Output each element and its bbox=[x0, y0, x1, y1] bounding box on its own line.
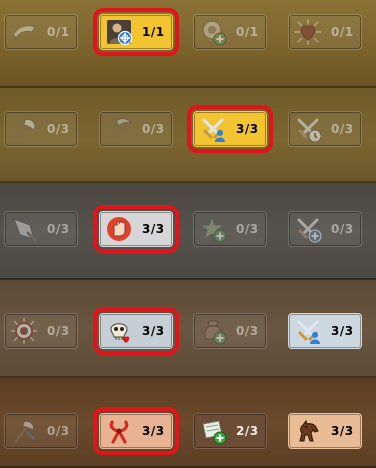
skill-slot-sack-plus[interactable]: 0/3 bbox=[193, 313, 267, 349]
skill-slot-heart-burst[interactable]: 0/1 bbox=[288, 14, 362, 50]
skill-slot-horn[interactable]: 0/1 bbox=[4, 14, 78, 50]
slot-count: 2/3 bbox=[236, 424, 259, 438]
slot-count: 0/3 bbox=[236, 222, 259, 236]
slot-count: 0/3 bbox=[331, 122, 354, 136]
ribbon-knot-icon bbox=[105, 417, 133, 445]
archer-portrait-icon bbox=[105, 18, 133, 46]
skill-slot-archer-portrait[interactable]: 1/1 bbox=[93, 8, 179, 56]
pickaxe-icon bbox=[105, 115, 133, 143]
slot-count: 3/3 bbox=[142, 222, 165, 236]
skill-slot-axe[interactable]: 0/3 bbox=[4, 111, 78, 147]
shield-plus-icon bbox=[199, 18, 227, 46]
slot-count: 3/3 bbox=[331, 324, 354, 338]
skill-slot-spear[interactable]: 0/3 bbox=[4, 211, 78, 247]
horse-icon bbox=[294, 417, 322, 445]
skill-slot-skull-heart[interactable]: 3/3 bbox=[93, 307, 179, 355]
skill-slot-crossed-swords-user[interactable]: 3/3 bbox=[187, 105, 273, 153]
skill-slot-pickaxe[interactable]: 0/3 bbox=[99, 111, 173, 147]
skill-slot-shield-plus[interactable]: 0/1 bbox=[193, 14, 267, 50]
slot-count: 0/3 bbox=[142, 122, 165, 136]
axe-icon bbox=[10, 115, 38, 143]
horn-axe-icon bbox=[10, 417, 38, 445]
skill-slot-crossed-swords-clock[interactable]: 0/3 bbox=[288, 111, 362, 147]
sack-plus-icon bbox=[199, 317, 227, 345]
heart-burst-icon bbox=[294, 18, 322, 46]
skill-slot-target-burst[interactable]: 0/3 bbox=[4, 313, 78, 349]
spear-icon bbox=[10, 215, 38, 243]
target-burst-icon bbox=[10, 317, 38, 345]
slot-count: 3/3 bbox=[236, 122, 259, 136]
skill-slot-raised-fist[interactable]: 3/3 bbox=[93, 205, 179, 253]
slot-count: 0/1 bbox=[236, 25, 259, 39]
skill-slot-horse[interactable]: 3/3 bbox=[288, 413, 362, 449]
slot-count: 0/3 bbox=[47, 424, 70, 438]
slot-count: 0/3 bbox=[236, 324, 259, 338]
skill-slot-crossed-swords-user[interactable]: 3/3 bbox=[288, 313, 362, 349]
slot-count: 1/1 bbox=[142, 25, 165, 39]
slot-count: 0/1 bbox=[331, 25, 354, 39]
slot-count: 0/3 bbox=[47, 222, 70, 236]
skill-slot-crossed-swords-plus[interactable]: 0/3 bbox=[288, 211, 362, 247]
raised-fist-icon bbox=[105, 215, 133, 243]
slot-count: 3/3 bbox=[331, 424, 354, 438]
horn-icon bbox=[10, 18, 38, 46]
slot-count: 3/3 bbox=[142, 324, 165, 338]
slot-count: 0/3 bbox=[47, 122, 70, 136]
crossed-swords-clock-icon bbox=[294, 115, 322, 143]
skill-slot-scroll-plus[interactable]: 2/3 bbox=[193, 413, 267, 449]
crossed-swords-user-icon bbox=[294, 317, 322, 345]
crossed-swords-user-icon bbox=[199, 115, 227, 143]
skull-heart-icon bbox=[105, 317, 133, 345]
star-plus-icon bbox=[199, 215, 227, 243]
slot-count: 3/3 bbox=[142, 424, 165, 438]
scroll-plus-icon bbox=[199, 417, 227, 445]
skill-slot-star-plus[interactable]: 0/3 bbox=[193, 211, 267, 247]
skill-slot-ribbon-knot[interactable]: 3/3 bbox=[93, 407, 179, 455]
slot-count: 0/3 bbox=[47, 324, 70, 338]
crossed-swords-plus-icon bbox=[294, 215, 322, 243]
slot-count: 0/1 bbox=[47, 25, 70, 39]
slot-count: 0/3 bbox=[331, 222, 354, 236]
skill-slot-horn-axe[interactable]: 0/3 bbox=[4, 413, 78, 449]
